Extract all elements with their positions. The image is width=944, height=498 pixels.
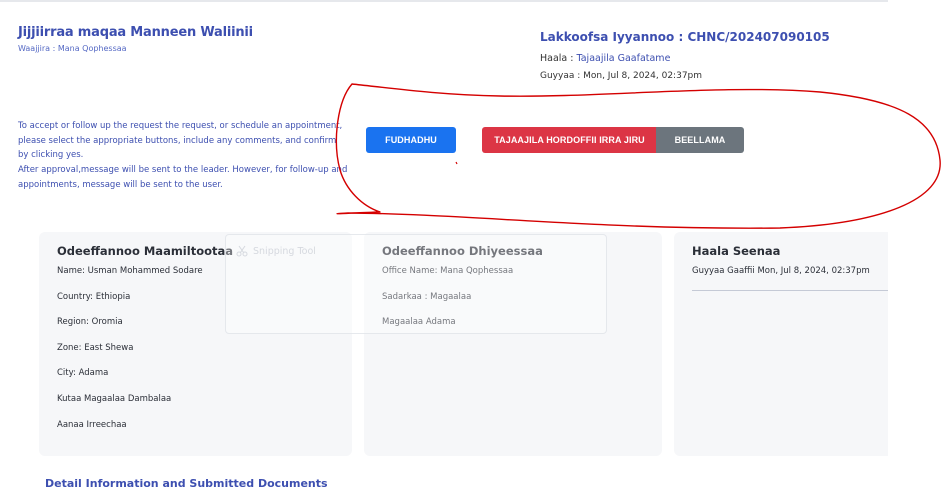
office-subtitle: Waajjira : Mana Qophessaa [18,44,127,53]
page-title: Jijjiirraa maqaa Manneen Waliinii [18,25,253,40]
status-value: Tajaajila Gaafatame [576,53,671,64]
status-label: Haala : [540,53,577,64]
top-divider [0,0,888,2]
status-history-card: Haala Seenaa Guyyaa Gaaffii Mon, Jul 8, … [674,232,888,456]
details-section-title: Detail Information and Submitted Documen… [45,477,328,490]
status-history-title: Haala Seenaa [692,244,781,258]
status-history-date: Guyyaa Gaaffii Mon, Jul 8, 2024, 02:37pm [692,266,870,276]
applicant-name: Name: Usman Mohammed Sodare [57,266,203,276]
status-divider [692,290,888,291]
scissors-icon [236,245,248,257]
approval-note: After approval,message will be sent to t… [18,165,348,190]
snipping-tool-header: Snipping Tool [236,245,316,257]
request-date: Guyyaa : Mon, Jul 8, 2024, 02:37pm [540,71,703,81]
page-right-margin [888,0,944,498]
applicant-kutaa: Kutaa Magaalaa Dambalaa [57,394,172,404]
applicant-card-title: Odeeffannoo Maamiltootaa [57,244,234,258]
applicant-zone: Zone: East Shewa [57,343,134,353]
applicant-city: City: Adama [57,368,109,378]
applicant-aanaa: Aanaa Irreechaa [57,420,127,430]
snipping-tool-overlay[interactable]: Snipping Tool [225,234,607,334]
instructions-text: To accept or follow up the request the r… [18,121,343,160]
applicant-country: Country: Ethiopia [57,292,131,302]
request-status: Haala : Tajaajila Gaafatame [540,53,670,64]
appointment-button[interactable]: BEELLAMA [656,127,744,153]
follow-up-button[interactable]: TAJAAJILA HORDOFFII IRRA JIRU [482,127,657,153]
applicant-region: Region: Oromia [57,317,123,327]
accept-button[interactable]: FUDHADHU [366,127,456,153]
snipping-tool-label: Snipping Tool [253,245,316,257]
request-number: Lakkoofsa Iyyannoo : CHNC/202407090105 [540,30,830,44]
